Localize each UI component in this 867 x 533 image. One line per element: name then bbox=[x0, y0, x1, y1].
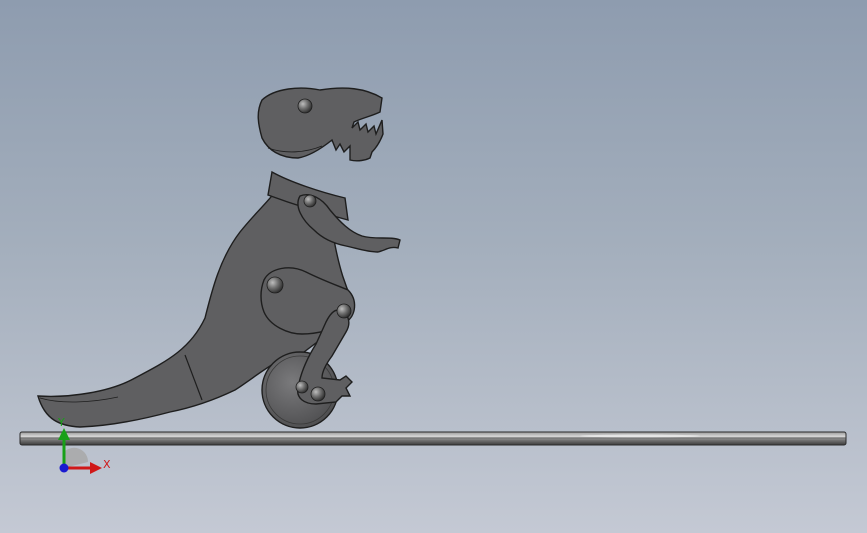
hip-pin[interactable] bbox=[266, 276, 284, 294]
dinosaur-head[interactable] bbox=[257, 87, 384, 162]
graphics-viewport[interactable]: X Y bbox=[0, 0, 867, 533]
ankle-pin[interactable] bbox=[295, 380, 309, 394]
z-axis-indicator bbox=[59, 463, 69, 473]
y-axis-label: Y bbox=[57, 416, 65, 429]
x-axis-label: X bbox=[103, 458, 111, 471]
foot-pin[interactable] bbox=[310, 386, 326, 402]
knee-pin[interactable] bbox=[336, 303, 352, 319]
arm-pin[interactable] bbox=[303, 194, 317, 208]
base-rail[interactable] bbox=[19, 431, 847, 446]
model-view[interactable]: X Y bbox=[0, 0, 867, 533]
head-pin[interactable] bbox=[297, 98, 313, 114]
x-axis-arrowhead bbox=[90, 462, 102, 474]
